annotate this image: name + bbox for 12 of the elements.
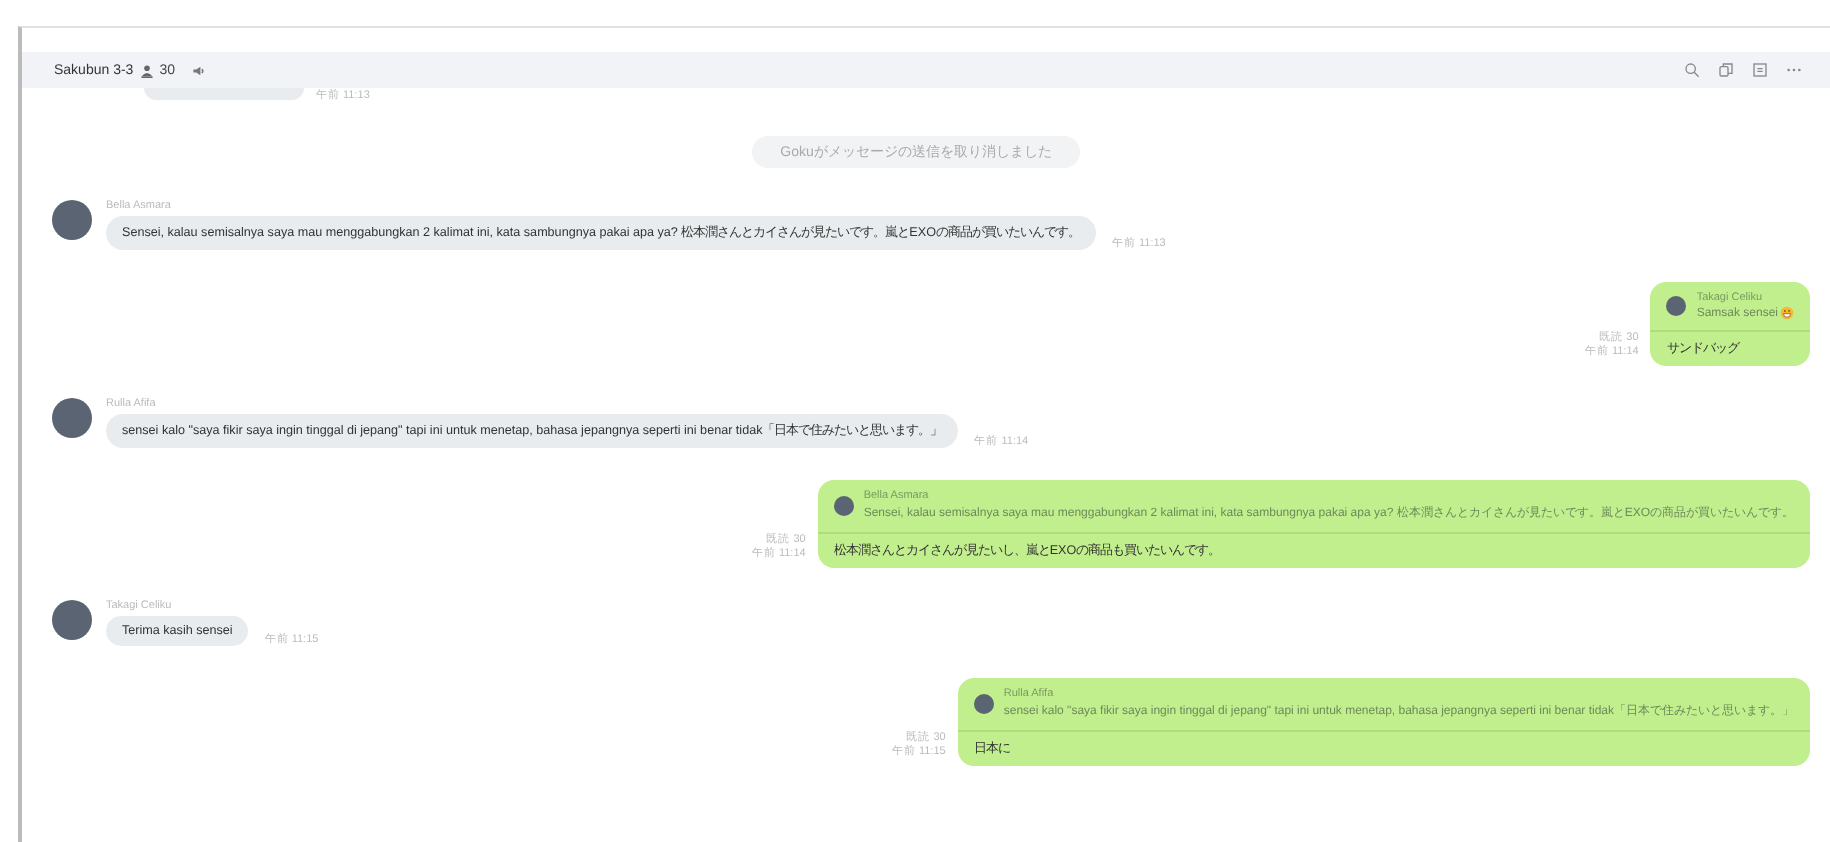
panel-icon[interactable]	[1752, 62, 1768, 78]
avatar-photo	[973, 694, 994, 714]
avatar-photo	[833, 496, 854, 516]
grin-emoji-icon	[1780, 306, 1794, 320]
avatar-photo	[1666, 296, 1687, 316]
copy-icon[interactable]	[1718, 62, 1734, 78]
search-icon[interactable]	[1684, 62, 1700, 78]
speaker-icon[interactable]	[191, 63, 205, 77]
avatar-photo[interactable]	[52, 200, 92, 240]
person-icon	[139, 63, 154, 77]
avatar-photo[interactable]	[52, 600, 92, 640]
avatar-photo[interactable]	[52, 398, 92, 438]
